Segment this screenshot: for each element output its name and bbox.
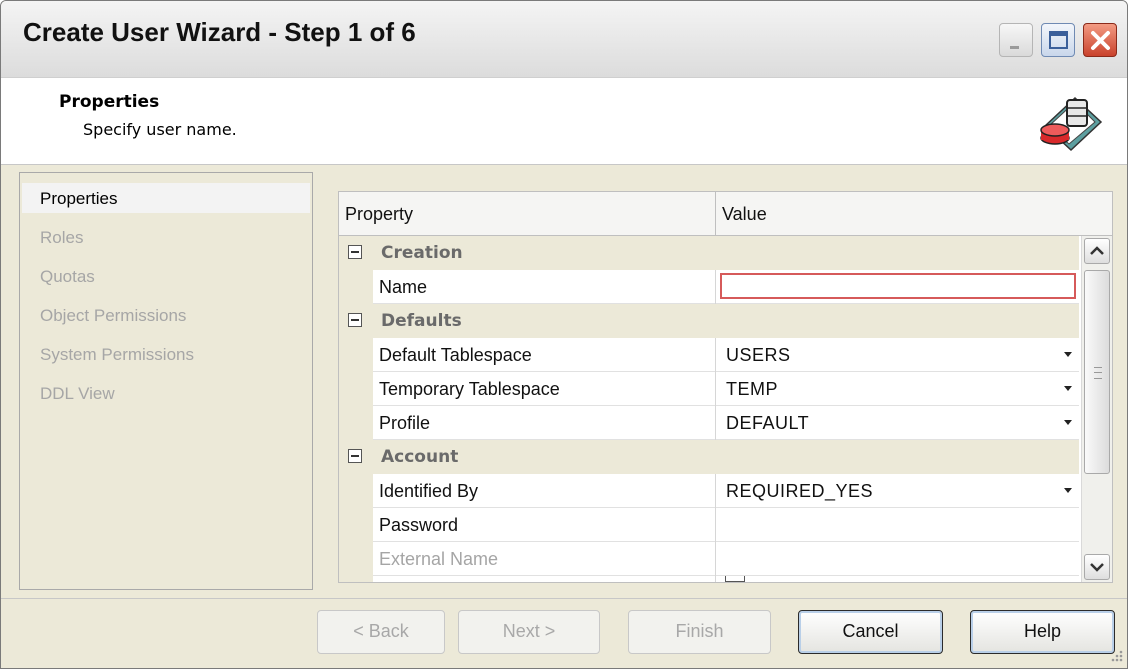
property-label: Identified By (379, 481, 479, 501)
wizard-header: Properties Specify user name. (1, 78, 1127, 165)
row-partial (339, 576, 1079, 582)
checkbox[interactable] (725, 576, 745, 582)
title-bar[interactable]: Create User Wizard - Step 1 of 6 (1, 1, 1127, 78)
row-gutter (339, 338, 373, 372)
category-defaults[interactable]: Defaults (339, 304, 1079, 338)
resize-grip-icon[interactable] (1107, 646, 1125, 664)
minimize-icon (1010, 46, 1019, 49)
row-external-name: External Name (339, 542, 1079, 576)
step-ddl-view: DDL View (40, 384, 115, 403)
step-quotas: Quotas (40, 267, 95, 286)
row-gutter (339, 474, 373, 508)
minimize-button[interactable] (999, 23, 1033, 57)
row-gutter (339, 406, 373, 440)
category-label: Creation (381, 243, 463, 263)
property-grid: Property Value Creation Name Defaults De… (338, 191, 1113, 583)
row-gutter (339, 270, 373, 304)
header-title: Properties (59, 92, 160, 112)
column-separator (715, 542, 716, 576)
dropdown-arrow-icon[interactable] (1061, 381, 1075, 395)
column-separator (715, 576, 716, 582)
property-label: Profile (379, 413, 431, 433)
row-gutter (339, 542, 373, 576)
row-default-tablespace[interactable]: Default Tablespace USERS (339, 338, 1079, 372)
category-creation[interactable]: Creation (339, 236, 1079, 270)
row-name: Name (339, 270, 1079, 304)
close-icon (1091, 31, 1110, 50)
scroll-down-button[interactable] (1084, 554, 1110, 580)
dropdown-arrow-icon[interactable] (1061, 415, 1075, 429)
scroll-up-button[interactable] (1084, 238, 1110, 264)
back-button[interactable]: < Back (317, 610, 445, 654)
column-separator (715, 372, 716, 406)
profile-value[interactable]: DEFAULT (726, 413, 809, 434)
column-separator (715, 406, 716, 440)
finish-button[interactable]: Finish (628, 610, 771, 654)
column-separator (715, 270, 716, 304)
collapse-icon[interactable] (348, 313, 362, 327)
step-properties[interactable]: Properties (40, 189, 117, 209)
property-label: Default Tablespace (379, 345, 532, 365)
row-profile[interactable]: Profile DEFAULT (339, 406, 1079, 440)
identified-by-value[interactable]: REQUIRED_YES (726, 481, 873, 502)
row-password[interactable]: Password (339, 508, 1079, 542)
help-button[interactable]: Help (970, 610, 1115, 654)
column-separator (715, 338, 716, 372)
wizard-steps-sidebar: Properties Roles Quotas Object Permissio… (19, 172, 313, 590)
dropdown-arrow-icon[interactable] (1061, 347, 1075, 361)
close-button[interactable] (1083, 23, 1117, 57)
footer-divider (1, 598, 1127, 599)
category-label: Account (381, 447, 459, 467)
next-button[interactable]: Next > (458, 610, 600, 654)
maximize-button[interactable] (1041, 23, 1075, 57)
property-label: Temporary Tablespace (379, 379, 560, 399)
category-label: Defaults (381, 311, 462, 331)
header-subtitle: Specify user name. (83, 120, 237, 139)
scroll-thumb[interactable] (1084, 270, 1110, 474)
window-title: Create User Wizard - Step 1 of 6 (23, 17, 416, 47)
row-gutter (339, 508, 373, 542)
column-separator (715, 508, 716, 542)
cancel-button[interactable]: Cancel (798, 610, 943, 654)
default-tablespace-value[interactable]: USERS (726, 345, 791, 366)
property-label: External Name (379, 549, 499, 569)
row-temporary-tablespace[interactable]: Temporary Tablespace TEMP (339, 372, 1079, 406)
chevron-down-icon (1090, 563, 1104, 572)
step-roles: Roles (40, 228, 84, 247)
step-object-permissions: Object Permissions (40, 306, 187, 325)
maximize-icon (1049, 31, 1068, 49)
chevron-up-icon (1090, 246, 1104, 255)
name-input[interactable] (720, 273, 1076, 299)
property-label: Name (379, 277, 428, 297)
row-identified-by[interactable]: Identified By REQUIRED_YES (339, 474, 1079, 508)
column-header-value[interactable]: Value (716, 192, 1112, 236)
wizard-window: Create User Wizard - Step 1 of 6 Propert… (0, 0, 1128, 669)
collapse-icon[interactable] (348, 449, 362, 463)
category-account[interactable]: Account (339, 440, 1079, 474)
database-user-icon (1040, 96, 1103, 152)
row-gutter (339, 372, 373, 406)
dropdown-arrow-icon[interactable] (1061, 483, 1075, 497)
temporary-tablespace-value[interactable]: TEMP (726, 379, 778, 400)
property-label: Password (379, 515, 459, 535)
step-system-permissions: System Permissions (40, 345, 194, 364)
grip-icon (1094, 367, 1102, 379)
column-separator (715, 474, 716, 508)
column-header-property[interactable]: Property (339, 192, 716, 236)
vertical-scrollbar[interactable] (1081, 236, 1112, 582)
row-gutter (339, 576, 373, 582)
collapse-icon[interactable] (348, 245, 362, 259)
